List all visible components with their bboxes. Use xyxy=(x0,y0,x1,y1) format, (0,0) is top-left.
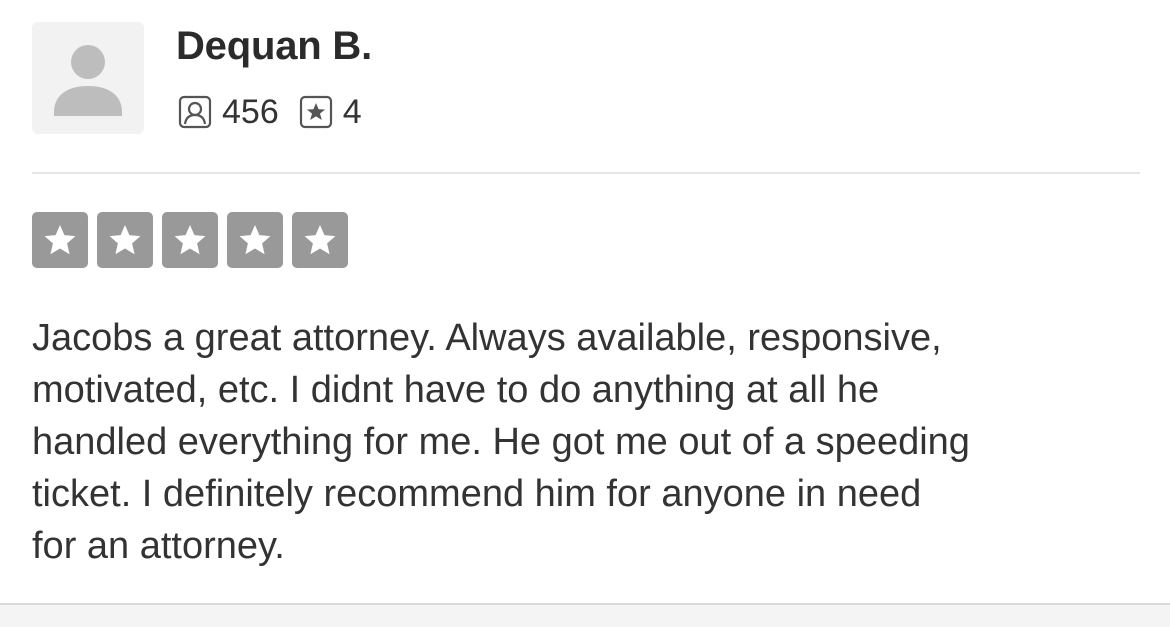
review-card: Dequan B. 456 4 Jacobs a great attorney.… xyxy=(0,0,1170,603)
rating-star-5 xyxy=(292,212,348,268)
rating-star-2 xyxy=(97,212,153,268)
rating-star-3 xyxy=(162,212,218,268)
friends-icon xyxy=(178,95,212,129)
friends-count: 456 xyxy=(222,92,279,131)
star-icon xyxy=(239,225,271,255)
review-text: Jacobs a great attorney. Always availabl… xyxy=(32,317,970,567)
user-name[interactable]: Dequan B. xyxy=(176,24,372,69)
reviews-count: 4 xyxy=(342,92,362,131)
user-stats: 456 4 xyxy=(178,90,362,134)
default-user-avatar-icon xyxy=(54,45,122,116)
next-section-edge xyxy=(0,603,1170,627)
star-rating xyxy=(32,212,348,268)
star-icon xyxy=(174,225,206,255)
star-icon xyxy=(304,225,336,255)
star-icon xyxy=(109,225,141,255)
star-icon xyxy=(44,225,76,255)
star-review-icon xyxy=(299,95,333,129)
user-avatar[interactable] xyxy=(32,22,144,134)
rating-star-1 xyxy=(32,212,88,268)
rating-star-4 xyxy=(227,212,283,268)
divider xyxy=(32,172,1140,174)
